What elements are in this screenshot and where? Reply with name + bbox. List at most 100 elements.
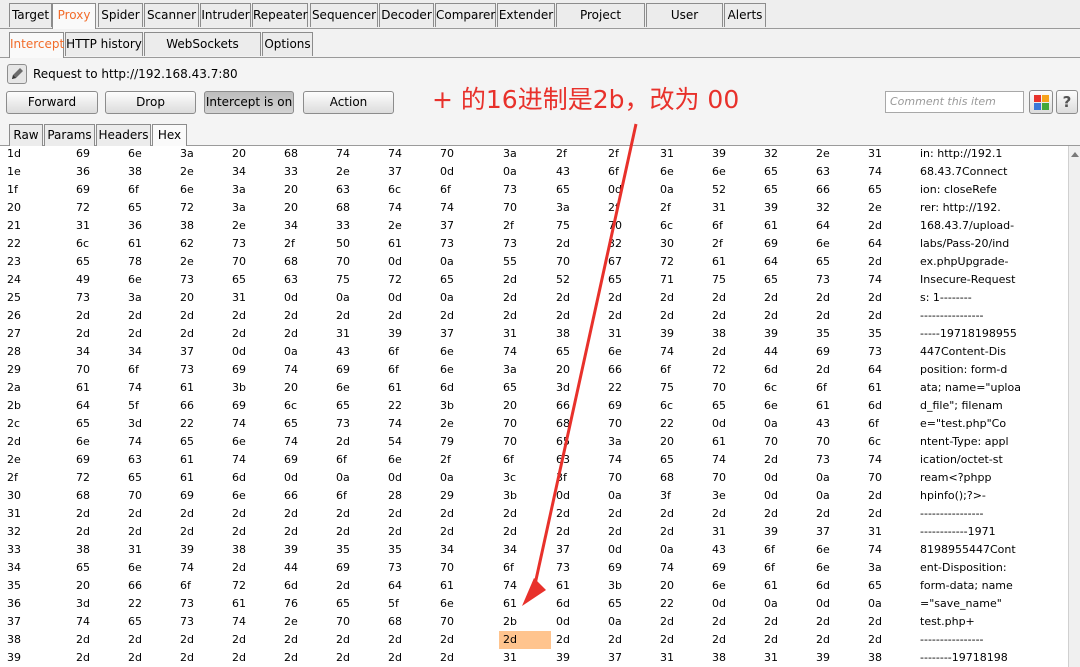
byte-cell[interactable]: 64 [388, 577, 402, 595]
byte-cell[interactable]: 20 [503, 397, 517, 415]
hex-row[interactable]: 34 65 6e 74 2d 44 69 73 70 6f 73 69 74 69 6f 6e 3a ent-Di… [0, 559, 1068, 577]
byte-cell[interactable]: 0d [608, 541, 622, 559]
byte-cell[interactable]: 6f [388, 361, 399, 379]
byte-cell[interactable]: 0a [440, 469, 454, 487]
byte-cell[interactable]: 0a [816, 469, 830, 487]
byte-cell[interactable]: 69 [232, 397, 246, 415]
byte-cell[interactable]: 36 [76, 163, 90, 181]
byte-cell[interactable]: 2d [660, 307, 674, 325]
byte-cell[interactable]: 2e [180, 163, 194, 181]
byte-cell[interactable]: 65 [76, 415, 90, 433]
tab-user-options[interactable]: User options [646, 3, 723, 44]
byte-cell[interactable]: 39 [764, 523, 778, 541]
byte-cell[interactable]: 44 [764, 343, 778, 361]
byte-cell[interactable]: 3a [503, 146, 517, 163]
byte-cell[interactable]: 6c [388, 181, 401, 199]
byte-cell[interactable]: 22 [388, 397, 402, 415]
byte-cell[interactable]: 72 [76, 199, 90, 217]
byte-cell[interactable]: 2d [232, 559, 246, 577]
byte-cell[interactable]: 2d [608, 631, 622, 649]
byte-cell[interactable]: 37 [608, 649, 622, 667]
byte-cell[interactable]: 62 [180, 235, 194, 253]
byte-cell[interactable]: 70 [336, 253, 350, 271]
byte-cell[interactable]: 61 [556, 577, 570, 595]
byte-cell[interactable]: 2d [764, 505, 778, 523]
byte-cell[interactable]: 31 [660, 146, 674, 163]
byte-cell[interactable]: 63 [128, 451, 142, 469]
byte-cell[interactable]: 6d [284, 577, 298, 595]
byte-cell[interactable]: 75 [712, 271, 726, 289]
byte-cell[interactable]: 65 [128, 199, 142, 217]
byte-cell[interactable]: 6f [764, 559, 775, 577]
byte-cell[interactable]: 2d [816, 361, 830, 379]
byte-cell[interactable]: 61 [180, 451, 194, 469]
byte-cell[interactable]: 6d [764, 361, 778, 379]
byte-cell[interactable]: 38 [556, 325, 570, 343]
forward-button[interactable]: Forward [6, 91, 98, 114]
byte-cell[interactable]: 73 [816, 271, 830, 289]
byte-cell[interactable]: 0d [388, 289, 402, 307]
byte-cell[interactable]: 2d [180, 325, 194, 343]
byte-cell[interactable]: 6c [660, 217, 673, 235]
byte-cell[interactable]: 64 [816, 217, 830, 235]
byte-cell[interactable]: 3a [608, 433, 622, 451]
byte-cell[interactable]: 2d [388, 649, 402, 667]
byte-cell[interactable]: 66 [180, 397, 194, 415]
byte-cell[interactable]: 2d [180, 649, 194, 667]
help-icon[interactable]: ? [1056, 90, 1078, 114]
byte-cell[interactable]: 75 [336, 271, 350, 289]
byte-cell[interactable]: 2d [388, 631, 402, 649]
byte-cell[interactable]: 2d [336, 523, 350, 541]
byte-cell[interactable]: 65 [232, 271, 246, 289]
byte-cell[interactable]: 70 [440, 613, 454, 631]
byte-cell[interactable]: 65 [764, 271, 778, 289]
byte-cell[interactable]: 74 [503, 577, 517, 595]
byte-cell[interactable]: 61 [712, 433, 726, 451]
hex-row[interactable]: 30 68 70 69 6e 66 6f 28 29 3b 0d 0a 3f 3e 0d 0a 2d hpinfo… [0, 487, 1068, 505]
byte-cell[interactable]: 2d [336, 577, 350, 595]
byte-cell[interactable]: 2f [440, 451, 451, 469]
byte-cell[interactable]: 74 [868, 163, 882, 181]
byte-cell[interactable]: 2d [503, 271, 517, 289]
byte-cell[interactable]: 69 [336, 361, 350, 379]
byte-cell[interactable]: 63 [336, 181, 350, 199]
byte-cell[interactable]: 66 [816, 181, 830, 199]
byte-cell[interactable]: 73 [180, 595, 194, 613]
byte-cell[interactable]: 6e [816, 235, 830, 253]
hex-row[interactable]: 29 70 6f 73 69 74 69 6f 6e 3a 20 66 6f 72 6d 2d 64 positi… [0, 361, 1068, 379]
byte-cell[interactable]: 22 [128, 595, 142, 613]
byte-cell[interactable]: 2e [868, 199, 882, 217]
byte-cell[interactable]: 32 [764, 146, 778, 163]
byte-cell[interactable]: 73 [440, 235, 454, 253]
byte-cell[interactable]: 20 [284, 181, 298, 199]
byte-cell[interactable]: 34 [232, 163, 246, 181]
tab-decoder[interactable]: Decoder [379, 3, 434, 27]
byte-cell[interactable]: 74 [284, 361, 298, 379]
hex-row[interactable]: 1d 69 6e 3a 20 68 74 74 70 3a 2f 2f 31 39 32 2e 31 in: ht… [0, 146, 1068, 163]
byte-cell[interactable]: 65 [336, 397, 350, 415]
byte-cell[interactable]: 0a [764, 415, 778, 433]
byte-cell[interactable]: 35 [336, 541, 350, 559]
byte-cell[interactable]: 0a [868, 595, 882, 613]
tab-scanner[interactable]: Scanner [144, 3, 199, 27]
byte-cell[interactable]: 20 [660, 433, 674, 451]
byte-cell[interactable]: 72 [660, 253, 674, 271]
byte-cell[interactable]: 2e [232, 217, 246, 235]
byte-cell[interactable]: 68 [284, 146, 298, 163]
byte-cell[interactable]: 73 [76, 289, 90, 307]
byte-cell[interactable]: 65 [76, 253, 90, 271]
byte-cell[interactable]: 39 [284, 541, 298, 559]
byte-cell[interactable]: 2d [232, 649, 246, 667]
byte-cell[interactable]: 31 [76, 217, 90, 235]
byte-cell[interactable]: 73 [180, 361, 194, 379]
byte-cell[interactable]: 43 [556, 163, 570, 181]
byte-cell[interactable]: 69 [608, 397, 622, 415]
byte-cell[interactable]: 39 [556, 649, 570, 667]
byte-cell[interactable]: 6f [816, 379, 827, 397]
byte-cell[interactable]: 43 [712, 541, 726, 559]
byte-cell[interactable]: 38 [128, 163, 142, 181]
byte-cell[interactable]: 0d [232, 343, 246, 361]
byte-cell[interactable]: 0d [388, 253, 402, 271]
byte-cell[interactable]: 34 [76, 343, 90, 361]
tab-intercept[interactable]: Intercept [9, 32, 64, 58]
